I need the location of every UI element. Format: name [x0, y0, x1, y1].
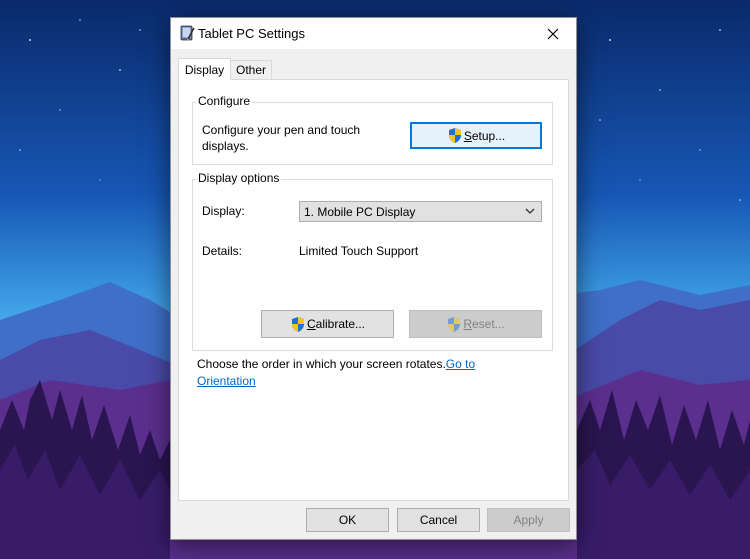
configure-description: Configure your pen and touch displays.: [202, 122, 360, 154]
display-tab-panel: Configure Configure your pen and touch d…: [178, 79, 569, 501]
details-value: Limited Touch Support: [299, 244, 419, 258]
cancel-button[interactable]: Cancel: [397, 508, 480, 532]
calibrate-button-label: alibrate...: [315, 317, 366, 331]
ok-button[interactable]: OK: [306, 508, 389, 532]
dialog-title: Tablet PC Settings: [198, 26, 305, 41]
configure-description-line1: Configure your pen and touch: [202, 123, 361, 137]
setup-button-label: etup...: [471, 128, 506, 143]
configure-group: Configure Configure your pen and touch d…: [192, 94, 553, 165]
tab-other[interactable]: Other: [230, 60, 272, 79]
display-select-value: 1. Mobile PC Display: [304, 204, 416, 219]
reset-button-label: eset...: [471, 317, 505, 331]
configure-description-line2: displays.: [202, 139, 249, 153]
rotation-text: Choose the order in which your screen ro…: [197, 357, 446, 371]
close-icon: [547, 28, 559, 39]
apply-button[interactable]: Apply: [487, 508, 570, 532]
close-button[interactable]: [530, 18, 576, 49]
reset-button[interactable]: Reset...: [409, 310, 542, 338]
title-bar[interactable]: Tablet PC Settings: [171, 18, 576, 49]
setup-button[interactable]: Setup...: [410, 122, 542, 149]
calibrate-button[interactable]: Calibrate...: [261, 310, 394, 338]
display-select[interactable]: 1. Mobile PC Display: [299, 201, 542, 222]
tablet-pc-settings-icon: [180, 25, 195, 41]
display-options-caption: Display options: [196, 171, 282, 185]
reset-button-accel: R: [463, 317, 472, 331]
uac-shield-icon: [448, 128, 461, 143]
setup-button-accel: S: [463, 128, 472, 143]
configure-group-caption: Configure: [196, 94, 253, 108]
details-label: Details:: [202, 244, 243, 258]
go-to-orientation-link[interactable]: Go to: [446, 357, 475, 371]
chevron-down-icon: [525, 208, 535, 214]
calibrate-button-accel: C: [306, 317, 316, 331]
uac-shield-icon: [448, 316, 461, 332]
uac-shield-icon: [291, 316, 304, 332]
go-to-orientation-link-cont[interactable]: Orientation: [197, 374, 256, 388]
tab-display[interactable]: Display: [178, 58, 231, 80]
rotation-text-block: Choose the order in which your screen ro…: [197, 356, 557, 390]
display-options-group: Display options Display: 1. Mobile PC Di…: [192, 171, 553, 351]
tablet-pc-settings-dialog: Tablet PC Settings Display Other Configu…: [170, 17, 577, 540]
display-label: Display:: [202, 204, 245, 218]
